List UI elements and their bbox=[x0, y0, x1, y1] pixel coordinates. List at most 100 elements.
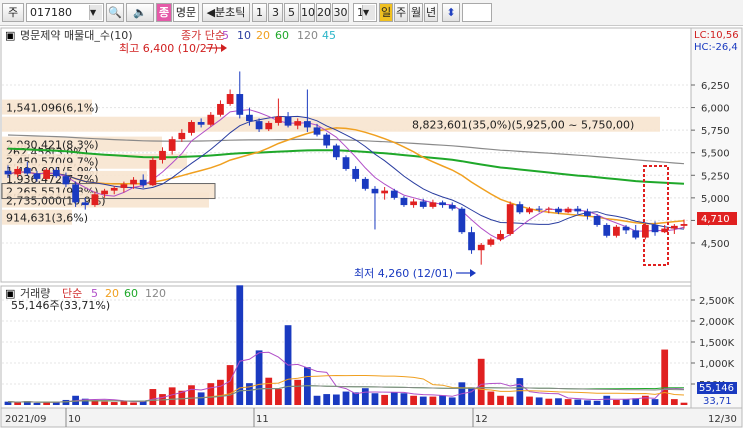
lc-label: LC:10,56 bbox=[694, 30, 739, 41]
candle-body bbox=[622, 226, 630, 231]
volume-bar bbox=[535, 397, 543, 405]
chevron-down-icon[interactable]: ▼ bbox=[89, 5, 102, 20]
hc-label: HC:-26,4 bbox=[694, 42, 738, 53]
volume-bar bbox=[516, 378, 524, 405]
candle-body bbox=[381, 190, 389, 194]
candle-body bbox=[410, 201, 417, 206]
candle-body bbox=[275, 116, 282, 123]
period-button-30[interactable]: 30 bbox=[332, 3, 349, 22]
stock-name-field: 명문 bbox=[173, 3, 199, 22]
volume-tag-pct: 33,71 bbox=[703, 396, 732, 407]
period-button-5[interactable]: 5 bbox=[284, 3, 299, 22]
volume-y-label: 2,000K bbox=[699, 317, 735, 328]
chart-type-button[interactable]: ◀분초틱 bbox=[202, 3, 250, 22]
volume-bar bbox=[265, 377, 273, 405]
volume-bar bbox=[217, 379, 224, 405]
range-year-button[interactable]: 년 bbox=[424, 3, 438, 22]
candle-body bbox=[23, 168, 31, 174]
candle-body bbox=[188, 122, 195, 133]
volume-bar bbox=[410, 395, 417, 405]
search-button[interactable]: 🔍 bbox=[106, 3, 124, 22]
ma-5-label[interactable]: 5 bbox=[222, 29, 229, 42]
candle-body bbox=[120, 184, 128, 188]
volume-bar bbox=[120, 401, 128, 405]
y-label: 6,000 bbox=[701, 104, 730, 115]
volume-bar bbox=[197, 392, 205, 405]
volume-bar bbox=[477, 358, 485, 405]
stock-code-input[interactable]: 017180 ▼ bbox=[26, 3, 104, 22]
ma-title[interactable]: 종가 단순 bbox=[181, 29, 225, 42]
toolbar: 주 017180 ▼ 🔍 🔈 종 명문 ◀분초틱 1 3 5 10 20 30 … bbox=[0, 0, 743, 26]
ma-45-label[interactable]: 45 bbox=[322, 29, 336, 42]
volume-bar bbox=[390, 392, 398, 405]
candle-body bbox=[390, 190, 398, 198]
range-day-button[interactable]: 일 bbox=[379, 3, 393, 22]
vol-ma-60-label[interactable]: 60 bbox=[124, 287, 138, 300]
volume-bar bbox=[275, 389, 282, 405]
market-select[interactable]: 주 bbox=[2, 3, 24, 22]
y-label: 5,500 bbox=[701, 149, 730, 160]
volume-bar bbox=[680, 402, 688, 405]
candle-body bbox=[555, 208, 562, 213]
candle-body bbox=[246, 114, 253, 122]
volume-bar bbox=[207, 383, 215, 405]
candle-body bbox=[342, 157, 350, 169]
volume-bar bbox=[487, 391, 495, 405]
indicator-title[interactable]: 명문제약 매물대_수(10) bbox=[20, 28, 133, 42]
candle-body bbox=[197, 122, 205, 125]
input-box[interactable] bbox=[462, 3, 492, 22]
scroll-updown-button[interactable]: ⬍ bbox=[442, 3, 460, 22]
candle-body bbox=[535, 208, 543, 210]
x-label-end: 12/30 bbox=[708, 414, 737, 425]
chevron-down-icon[interactable]: ▼ bbox=[362, 5, 375, 20]
ma-20-label[interactable]: 20 bbox=[256, 29, 270, 42]
y-label: 4,500 bbox=[701, 239, 730, 250]
candle-body bbox=[584, 211, 591, 216]
volume-bar bbox=[313, 395, 321, 405]
volume-bar bbox=[400, 393, 408, 405]
candle-body bbox=[217, 103, 224, 115]
vol-ma-120-label[interactable]: 120 bbox=[145, 287, 166, 300]
volume-bar bbox=[226, 365, 234, 405]
y-label: 5,000 bbox=[701, 194, 730, 205]
period-button-3[interactable]: 3 bbox=[268, 3, 283, 22]
ma-10-label[interactable]: 10 bbox=[237, 29, 251, 42]
range-month-button[interactable]: 월 bbox=[409, 3, 423, 22]
volume-y-label: 1,000K bbox=[699, 359, 735, 370]
candle-body bbox=[43, 169, 51, 179]
x-label-nov: 11 bbox=[256, 414, 269, 425]
candle-body bbox=[651, 224, 659, 233]
speaker-button[interactable]: 🔈 bbox=[126, 3, 154, 22]
candle-body bbox=[284, 116, 292, 126]
candle-body bbox=[361, 178, 369, 189]
volume-bar bbox=[670, 399, 678, 405]
period-button-10[interactable]: 10 bbox=[300, 3, 315, 22]
candle-body bbox=[603, 224, 611, 236]
ma-120-label[interactable]: 120 bbox=[297, 29, 318, 42]
candle-body bbox=[497, 233, 504, 240]
ma-60-label[interactable]: 60 bbox=[275, 29, 289, 42]
candle-body bbox=[178, 132, 186, 140]
volume-bar bbox=[371, 393, 379, 405]
volume-bar bbox=[294, 379, 302, 405]
x-label-oct: 10 bbox=[68, 414, 81, 425]
stock-name-value: 명문 bbox=[175, 6, 197, 19]
volume-bar bbox=[429, 396, 437, 405]
volume-bar bbox=[641, 395, 649, 405]
volume-bar bbox=[236, 285, 244, 405]
candle-body bbox=[159, 150, 166, 160]
candle-body bbox=[574, 208, 582, 212]
market-label: 주 bbox=[7, 6, 19, 19]
candle-body bbox=[419, 201, 427, 207]
period-button-20[interactable]: 20 bbox=[316, 3, 331, 22]
candle-body bbox=[149, 159, 157, 186]
x-label-sep: 2021/09 bbox=[5, 414, 47, 425]
unit-select[interactable]: 1 ▼ bbox=[353, 3, 377, 22]
volume-bar bbox=[381, 394, 389, 405]
candle-body bbox=[526, 208, 533, 213]
range-week-button[interactable]: 주 bbox=[394, 3, 408, 22]
volume-bar bbox=[101, 401, 108, 405]
y-label: 6,250 bbox=[701, 81, 730, 92]
period-button-1[interactable]: 1 bbox=[252, 3, 267, 22]
info-icon[interactable]: ▣ bbox=[5, 29, 15, 42]
